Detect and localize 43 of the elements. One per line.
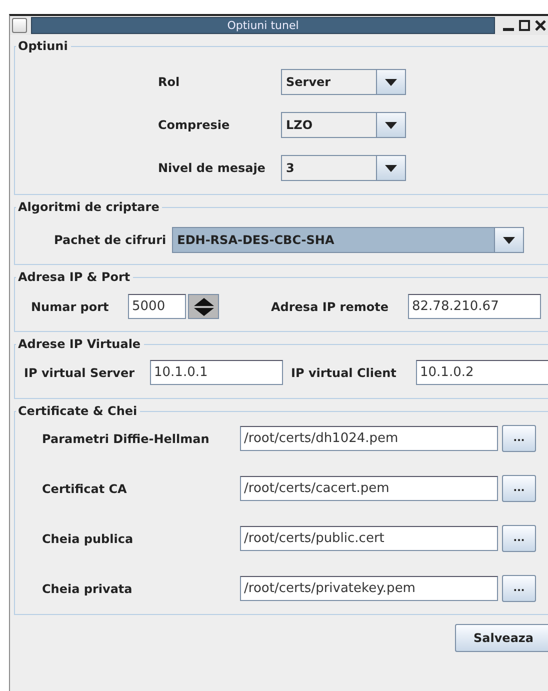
dropdown[interactable]: Server [281, 69, 406, 95]
dropdown[interactable]: LZO [281, 112, 406, 138]
file-path-field[interactable]: /root/certs/privatekey.pem [240, 576, 498, 601]
field-label: IP virtual Client [291, 366, 398, 380]
field-label: Cheia privata [42, 582, 134, 596]
window-title: Optiuni tunel [31, 17, 495, 34]
browse-button[interactable]: ... [502, 525, 536, 552]
spinner-arrows-icon[interactable] [188, 294, 219, 319]
caret-icon[interactable] [376, 70, 405, 94]
section-title: Adrese IP Virtuale [16, 337, 144, 351]
client-ip-field[interactable]: 10.1.0.2 [416, 360, 548, 385]
field-label: Rol [158, 75, 181, 89]
browse-button[interactable]: ... [502, 475, 536, 502]
save-button[interactable]: Salveaza [455, 624, 548, 652]
field-label: Parametri Diffie-Hellman [42, 432, 210, 446]
field-label: Certificat CA [42, 482, 128, 496]
caret-icon[interactable] [376, 156, 405, 180]
file-path-field[interactable]: /root/certs/public.cert [240, 526, 498, 551]
server-ip-field[interactable]: 10.1.0.1 [150, 360, 283, 385]
field-label: Numar port [31, 300, 110, 314]
section-title: Optiuni [16, 39, 71, 53]
field-label: Pachet de cifruri [54, 233, 166, 247]
field-label: Compresie [158, 118, 231, 132]
file-path-field[interactable]: /root/certs/dh1024.pem [240, 426, 498, 451]
browse-button[interactable]: ... [502, 575, 536, 602]
field-label: IP virtual Server [24, 366, 136, 380]
field-label: Nivel de mesaje [158, 161, 266, 175]
field-label: Adresa IP remote [271, 300, 390, 314]
section-title: Certificate & Chei [16, 404, 140, 418]
section-title: Adresa IP & Port [16, 270, 134, 284]
file-path-field[interactable]: /root/certs/cacert.pem [240, 476, 498, 501]
remote-ip-field[interactable]: 82.78.210.67 [408, 294, 541, 319]
port-field[interactable]: 5000 [128, 294, 186, 319]
close-icon[interactable] [535, 20, 546, 31]
window-menu-icon[interactable] [12, 18, 27, 33]
caret-icon[interactable] [376, 113, 405, 137]
dropdown[interactable]: 3 [281, 155, 406, 181]
caret-icon[interactable] [494, 228, 524, 252]
field-label: Cheia publica [42, 532, 134, 546]
maximize-icon[interactable] [519, 20, 530, 31]
dropdown[interactable]: EDH-RSA-DES-CBC-SHA [172, 227, 524, 253]
browse-button[interactable]: ... [502, 425, 536, 452]
section-title: Algoritmi de criptare [16, 200, 162, 214]
